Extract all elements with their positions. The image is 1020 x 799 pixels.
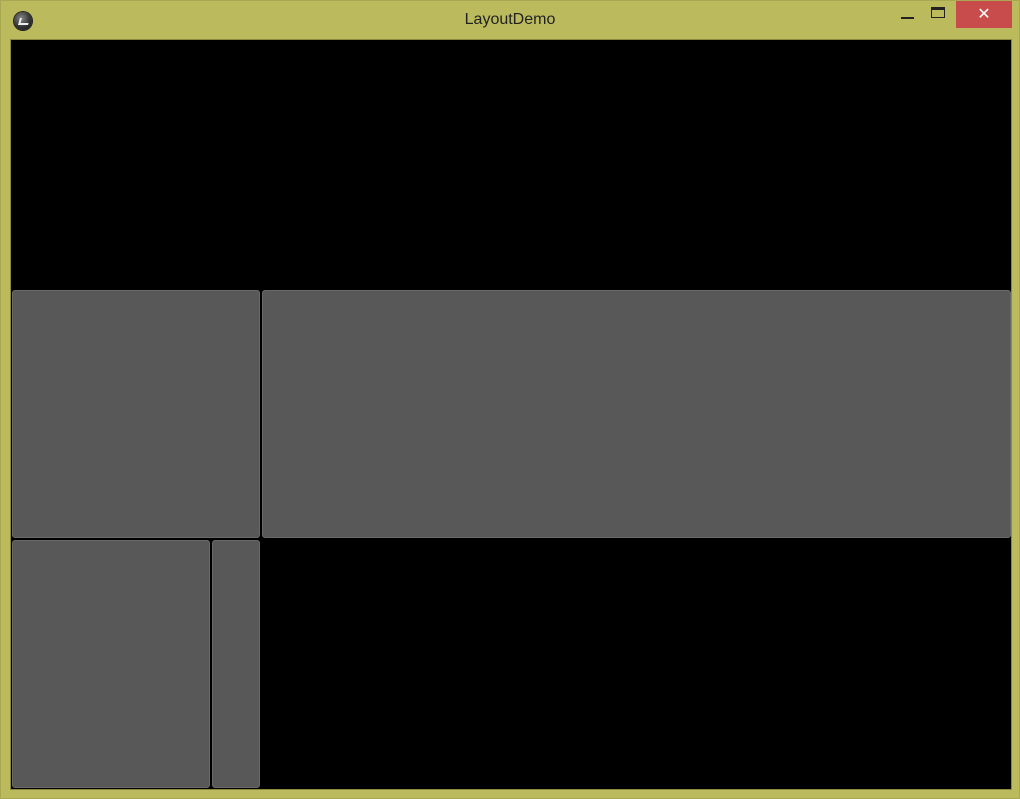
minimize-button[interactable] bbox=[894, 2, 920, 28]
app-logo-icon[interactable] bbox=[14, 12, 32, 30]
layout-panel-bottom-left[interactable] bbox=[12, 540, 210, 788]
title-bar[interactable]: LayoutDemo ✕ bbox=[1, 1, 1019, 39]
close-icon: ✕ bbox=[977, 4, 991, 23]
layout-panel-middle-left[interactable] bbox=[12, 290, 260, 538]
layout-panel-middle-right[interactable] bbox=[262, 290, 1011, 538]
maximize-button[interactable] bbox=[926, 2, 952, 28]
app-window: LayoutDemo ✕ bbox=[0, 0, 1020, 799]
layout-panel-bottom-narrow[interactable] bbox=[212, 540, 260, 788]
close-button[interactable]: ✕ bbox=[956, 1, 1012, 28]
layout-canvas bbox=[10, 39, 1012, 790]
window-title: LayoutDemo bbox=[464, 11, 556, 28]
